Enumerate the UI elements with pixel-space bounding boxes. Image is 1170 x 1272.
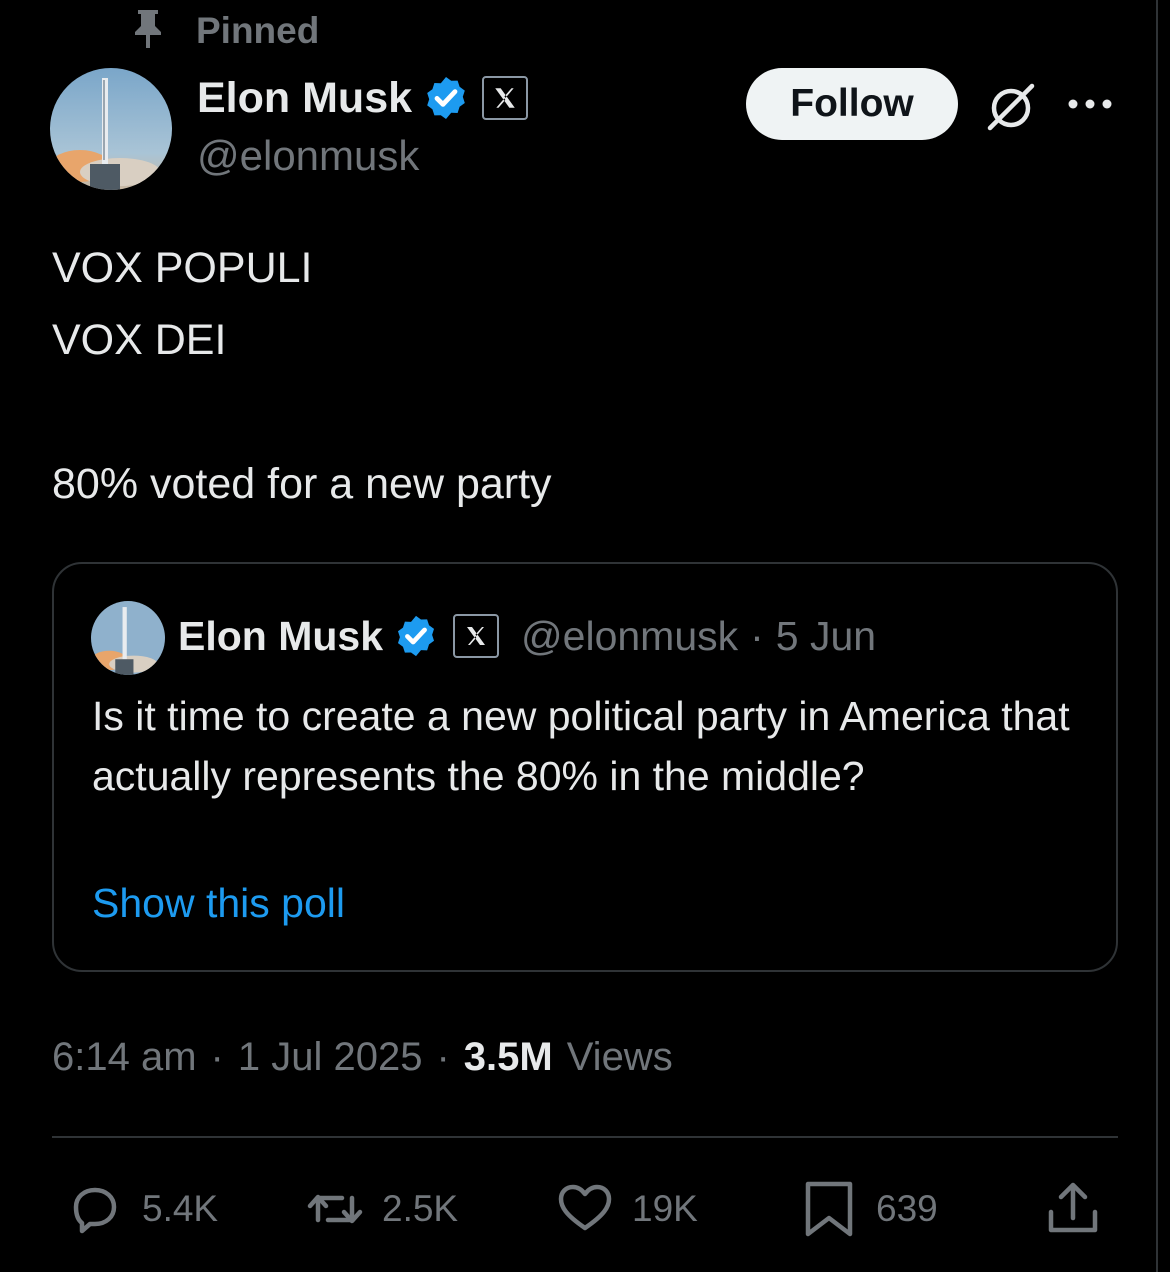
like-button[interactable]: 19K [556, 1176, 698, 1242]
quoted-tweet[interactable]: Elon Musk @elonmusk · 5 Jun Is it time t… [52, 562, 1118, 972]
views-label: Views [566, 1034, 673, 1079]
tweet-date[interactable]: 1 Jul 2025 [238, 1035, 423, 1080]
repost-icon [307, 1194, 363, 1224]
quoted-author-name: Elon Musk [178, 612, 384, 659]
tweet-time[interactable]: 6:14 am [52, 1035, 197, 1080]
quoted-author-handle: @elonmusk [521, 612, 739, 659]
tweet-text-line-3: 80% voted for a new party [52, 460, 552, 508]
reply-button[interactable]: 5.4K [66, 1176, 218, 1242]
bookmark-count: 639 [876, 1188, 938, 1229]
verified-badge-icon [398, 615, 435, 657]
repost-button[interactable]: 2.5K [306, 1176, 458, 1242]
follow-button[interactable]: Follow [746, 68, 958, 140]
heart-icon [558, 1184, 612, 1231]
author-name[interactable]: Elon Musk [197, 74, 412, 123]
author-row: Elon Musk [197, 70, 529, 126]
author-handle[interactable]: @elonmusk [197, 132, 419, 180]
quoted-text: Is it time to create a new political par… [92, 693, 1070, 799]
scrollbar-edge [1156, 0, 1170, 1272]
tweet-text-line-1: VOX POPULI [52, 244, 313, 292]
quoted-date: 5 Jun [775, 612, 877, 659]
x-logo-icon [453, 614, 500, 658]
pinned-indicator: Pinned [130, 8, 319, 54]
meta-separator: · [436, 1034, 450, 1079]
meta-separator: · [210, 1034, 224, 1079]
verified-badge-icon [427, 77, 465, 119]
x-logo-icon [482, 76, 529, 120]
quoted-avatar [91, 601, 165, 675]
more-icon[interactable] [1066, 92, 1114, 116]
reply-count: 5.4K [142, 1188, 219, 1229]
quoted-separator: · [750, 612, 764, 659]
like-count: 19K [632, 1188, 698, 1229]
tweet-text-line-2: VOX DEI [52, 316, 227, 364]
share-icon[interactable] [1046, 1180, 1100, 1236]
repost-count: 2.5K [382, 1188, 459, 1229]
reply-icon [73, 1187, 117, 1234]
tweet-meta: 6:14 am · 1 Jul 2025 · 3.5M Views [52, 1030, 673, 1084]
show-poll-link[interactable]: Show this poll [92, 880, 345, 927]
pin-icon [130, 8, 166, 55]
grok-icon[interactable] [984, 80, 1038, 134]
divider [52, 1136, 1118, 1138]
avatar[interactable] [50, 68, 172, 190]
bookmark-icon [805, 1181, 853, 1237]
quoted-header: Elon Musk @elonmusk · 5 Jun [178, 608, 876, 664]
pinned-label: Pinned [196, 10, 320, 51]
views-count: 3.5M [463, 1034, 553, 1079]
bookmark-button[interactable]: 639 [800, 1176, 938, 1242]
